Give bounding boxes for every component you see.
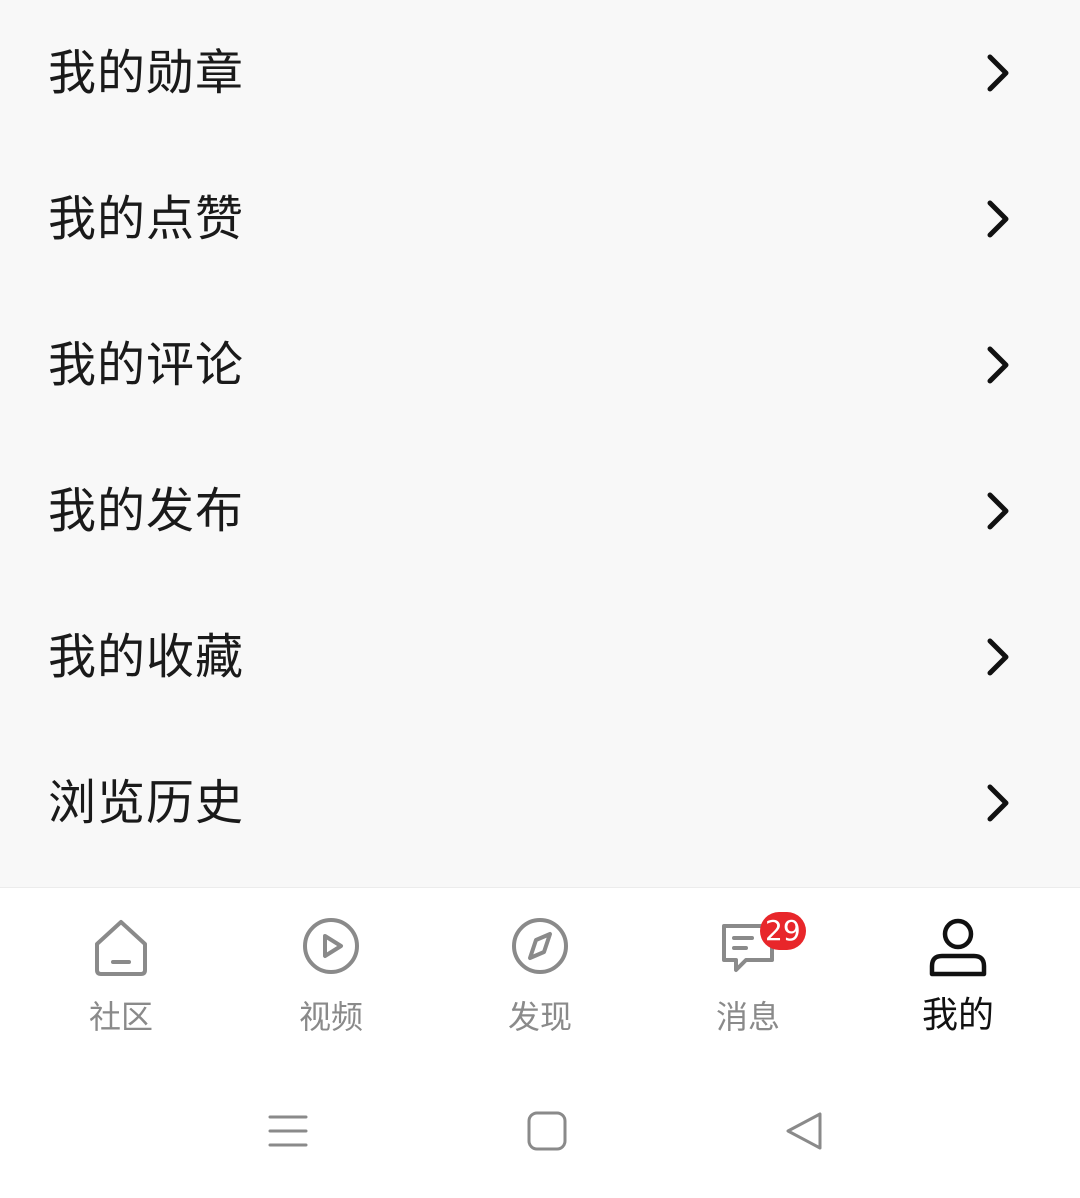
tab-discover[interactable]: 发现 [435,888,645,1066]
menu-item-favorites[interactable]: 我的收藏 [0,584,1080,730]
menu-icon[interactable] [266,1109,310,1153]
menu-item-history[interactable]: 浏览历史 [0,730,1080,876]
system-navigation-bar [0,1065,1080,1198]
person-icon [926,916,990,980]
unread-count-badge: 29 [760,912,806,950]
home-square-icon[interactable] [525,1109,569,1153]
profile-menu-list: 我的勋章 我的点赞 我的评论 我的发布 我的收藏 浏览历史 [0,0,1080,887]
chevron-right-icon [984,491,1012,531]
chevron-right-icon [984,637,1012,677]
menu-item-label: 我的评论 [48,337,245,393]
tab-messages[interactable]: 29 消息 [643,888,853,1066]
menu-item-label: 我的勋章 [48,45,245,101]
tab-community[interactable]: 社区 [16,888,226,1066]
tab-label: 视频 [298,998,363,1036]
play-icon [299,916,363,980]
menu-item-label: 我的点赞 [48,191,245,247]
tab-me[interactable]: 我的 [853,888,1063,1066]
tab-label: 消息 [715,998,780,1036]
menu-item-label: 我的收藏 [48,629,245,685]
chevron-right-icon [984,53,1012,93]
tab-label: 发现 [507,998,572,1036]
menu-item-label: 我的发布 [48,483,245,539]
chevron-right-icon [984,199,1012,239]
chevron-right-icon [984,345,1012,385]
tab-video[interactable]: 视频 [226,888,436,1066]
menu-item-likes[interactable]: 我的点赞 [0,146,1080,292]
home-icon [89,916,153,980]
chevron-right-icon [984,783,1012,823]
menu-item-posts[interactable]: 我的发布 [0,438,1080,584]
back-triangle-icon[interactable] [782,1109,826,1153]
menu-item-label: 浏览历史 [48,775,245,831]
tab-label: 社区 [88,998,153,1036]
menu-item-comments[interactable]: 我的评论 [0,292,1080,438]
menu-item-medals[interactable]: 我的勋章 [0,0,1080,146]
compass-icon [508,916,572,980]
bottom-tab-bar: 社区 视频 发现 29 消息 我的 [0,887,1080,1065]
tab-label: 我的 [921,995,994,1036]
